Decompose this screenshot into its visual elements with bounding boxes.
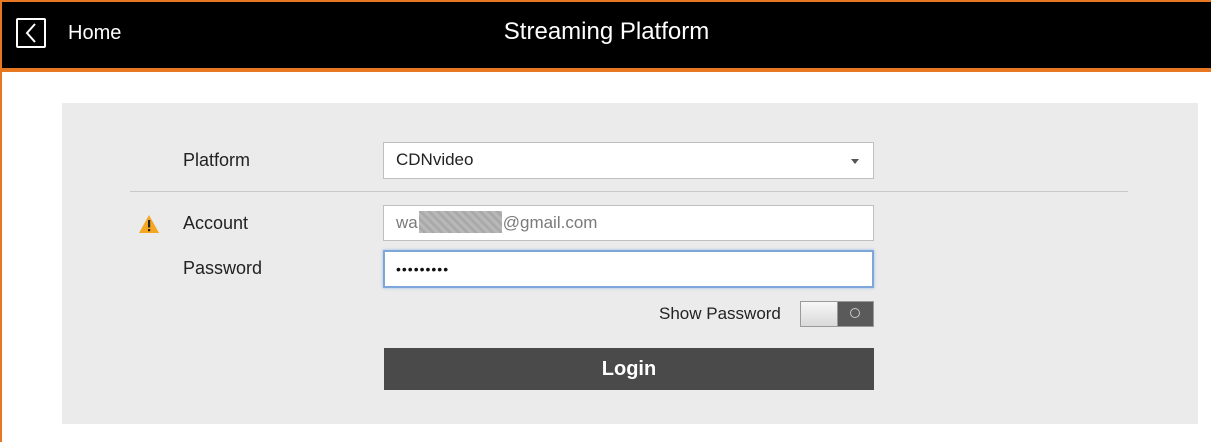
platform-select[interactable]: CDNvideo <box>383 142 874 179</box>
account-value-prefix: wa <box>396 213 418 232</box>
app-window: Home Streaming Platform Platform CDNvide… <box>0 0 1211 442</box>
password-label: Password <box>183 258 263 278</box>
chevron-down-icon <box>851 159 859 164</box>
account-label: Account <box>183 213 249 233</box>
redacted-block <box>418 211 502 233</box>
platform-label: Platform <box>183 150 251 170</box>
login-form-panel: Platform CDNvideo Account wa @gmail.com P… <box>62 103 1198 424</box>
platform-selected-value: CDNvideo <box>396 150 474 169</box>
show-password-label: Show Password <box>659 304 781 323</box>
warning-triangle-icon <box>139 215 159 233</box>
login-button[interactable]: Login <box>384 348 874 390</box>
password-masked-value: ••••••••• <box>396 261 450 277</box>
password-input[interactable]: ••••••••• <box>383 250 874 288</box>
section-divider <box>130 191 1128 192</box>
top-bar: Home Streaming Platform <box>2 2 1211 72</box>
toggle-knob <box>801 302 838 326</box>
show-password-toggle[interactable] <box>800 301 874 327</box>
toggle-off-circle-icon <box>850 308 860 318</box>
account-value-suffix: @gmail.com <box>502 213 598 232</box>
page-title: Streaming Platform <box>503 18 710 45</box>
account-input[interactable]: wa @gmail.com <box>383 205 874 241</box>
